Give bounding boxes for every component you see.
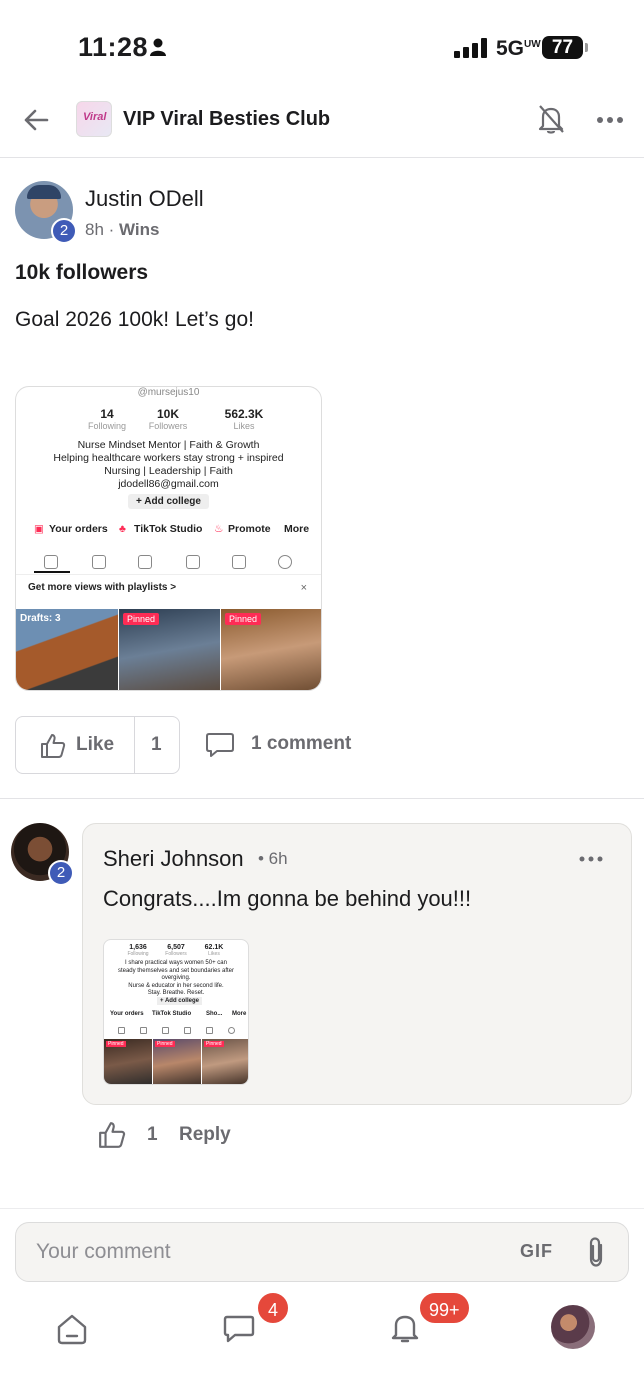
profile-avatar[interactable]	[551, 1305, 595, 1349]
video-grid: Pinned Pinned Pinned	[104, 1039, 248, 1084]
chat-badge: 4	[256, 1291, 290, 1325]
network-label: 5GUW	[496, 37, 541, 60]
comment-time: • 6h	[258, 849, 288, 868]
playlists-banner: Get more views with playlists >	[28, 582, 177, 593]
profile-bio: I share practical ways women 50+ can ste…	[117, 960, 235, 996]
person-icon	[150, 38, 166, 56]
group-logo[interactable]: Viral	[76, 101, 112, 137]
post-category[interactable]: Wins	[119, 220, 159, 239]
comment-count[interactable]: 1 comment	[251, 733, 351, 755]
paperclip-icon[interactable]	[584, 1236, 608, 1268]
status-bar: 11:28 5GUW 77	[0, 0, 644, 88]
reply-button[interactable]: Reply	[179, 1124, 231, 1146]
battery-level: 77	[542, 36, 583, 59]
post-time: 8h	[85, 220, 104, 239]
divider	[0, 798, 644, 799]
post-title: 10k followers	[15, 261, 149, 284]
notifications-badge: 99+	[418, 1291, 471, 1325]
more-options-icon[interactable]	[596, 110, 624, 130]
app-header: Viral VIP Viral Besties Club	[0, 88, 644, 158]
stat-likes: 562.3K Likes	[224, 407, 264, 431]
post-author[interactable]: Justin ODell	[85, 186, 204, 212]
profile-handle: @mursejus10	[137, 387, 200, 398]
comment-image[interactable]: 1,636 Following 6,507 Followers 62.1K Likes…	[103, 939, 249, 1085]
post-body: Goal 2026 100k! Let’s go!	[15, 308, 254, 331]
home-icon[interactable]	[55, 1312, 89, 1346]
like-button[interactable]: Like 1	[15, 716, 180, 774]
back-arrow-icon[interactable]	[22, 106, 50, 134]
comment-icon[interactable]	[205, 731, 235, 759]
gif-button[interactable]: GIF	[520, 1241, 553, 1262]
profile-tabs	[104, 1027, 248, 1037]
battery-icon: 77	[542, 36, 588, 59]
level-badge: 2	[51, 218, 77, 244]
level-badge: 2	[48, 860, 74, 886]
stat-followers: 6,507 Followers	[165, 944, 187, 957]
comment-bubble: Sheri Johnson • 6h Congrats....Im gonna …	[82, 823, 632, 1105]
like-count[interactable]: 1	[151, 734, 162, 756]
close-icon: ×	[300, 582, 307, 594]
profile-bio: Nurse Mindset Mentor | Faith & Growth He…	[53, 439, 284, 490]
stat-followers: 10K Followers	[148, 407, 188, 431]
bell-off-icon[interactable]	[536, 103, 566, 135]
comment-more-icon[interactable]	[579, 854, 603, 864]
post-image[interactable]: @mursejus10 14 Following 10K Followers 562…	[15, 386, 322, 691]
notifications-icon[interactable]	[388, 1310, 422, 1344]
video-grid: Drafts: 3 Pinned Pinned	[16, 609, 321, 690]
add-college-chip: + Add college	[128, 494, 209, 509]
stat-likes: 62.1K Likes	[204, 944, 224, 957]
comment-like-icon[interactable]	[98, 1121, 126, 1149]
stat-following: 14 Following	[87, 407, 127, 431]
comment-like-count[interactable]: 1	[147, 1124, 158, 1146]
add-college-chip: + Add college	[157, 997, 202, 1005]
like-label: Like	[76, 734, 115, 755]
signal-icon	[454, 38, 487, 58]
comment-author[interactable]: Sheri Johnson	[103, 846, 244, 872]
thumbs-up-icon	[41, 734, 66, 758]
group-title[interactable]: VIP Viral Besties Club	[123, 108, 330, 131]
profile-tabs	[16, 551, 321, 575]
comment-text: Congrats....Im gonna be behind you!!!	[103, 886, 472, 911]
chat-icon[interactable]	[222, 1312, 256, 1346]
stat-following: 1,636 Following	[127, 944, 149, 957]
post-meta: 8h · Wins	[85, 220, 160, 239]
status-time: 11:28	[78, 32, 149, 62]
